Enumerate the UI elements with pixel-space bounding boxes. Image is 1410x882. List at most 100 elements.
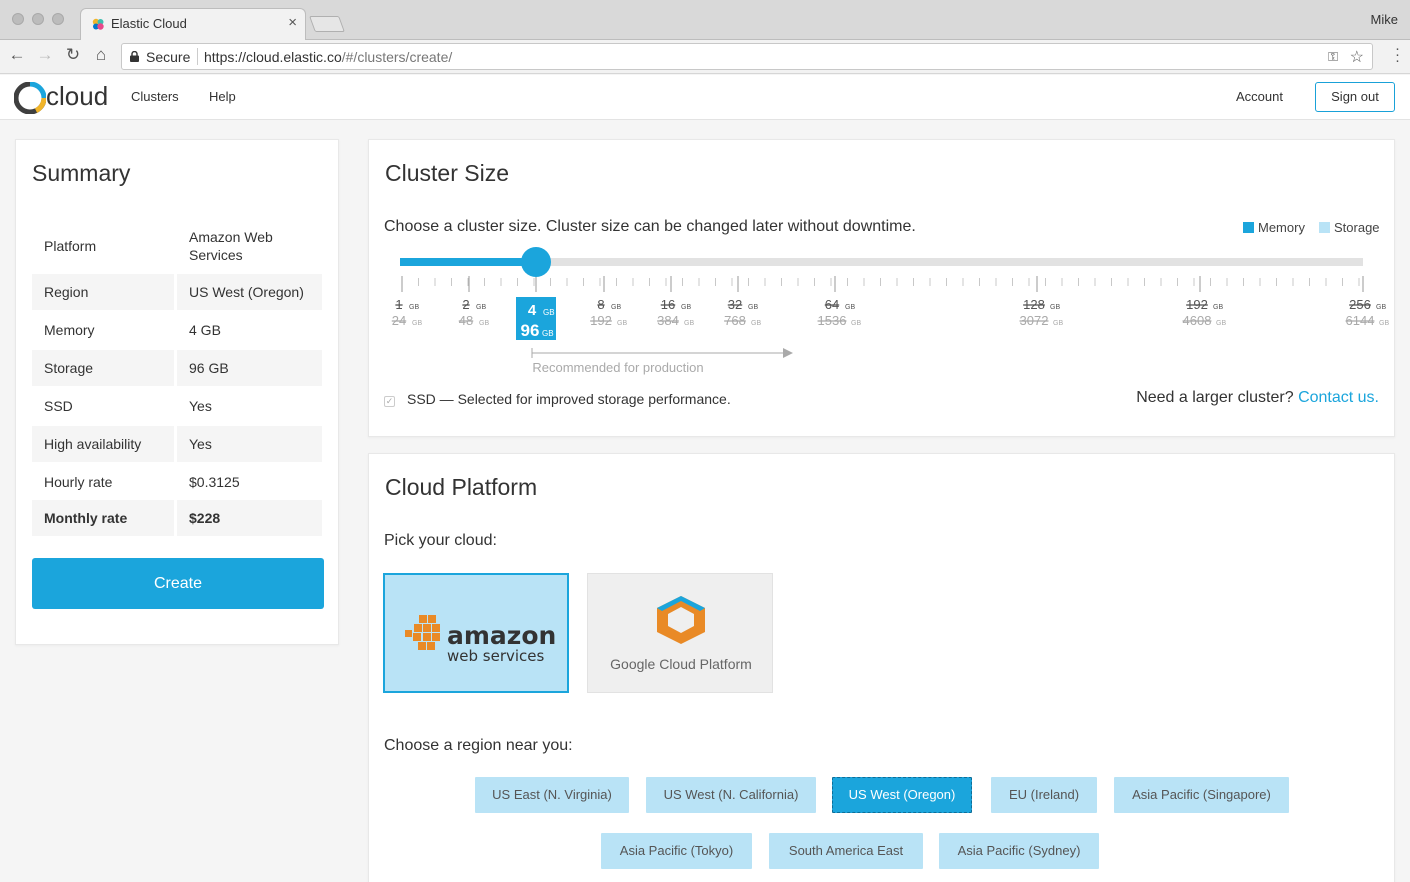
- home-icon[interactable]: ⌂: [90, 45, 112, 65]
- close-window-button[interactable]: [12, 13, 24, 25]
- sign-out-button[interactable]: Sign out: [1315, 82, 1395, 112]
- summary-row: Memory 4 GB: [32, 312, 322, 348]
- browser-profile-name[interactable]: Mike: [1371, 12, 1398, 27]
- region-button[interactable]: EU (Ireland): [991, 777, 1097, 813]
- ssd-option[interactable]: ✓ SSD — Selected for improved storage per…: [384, 391, 731, 407]
- cluster-size-description: Choose a cluster size. Cluster size can …: [384, 218, 916, 235]
- nav-clusters[interactable]: Clusters: [131, 89, 179, 104]
- summary-title: Summary: [32, 160, 131, 186]
- svg-text:web services: web services: [447, 647, 545, 665]
- legend-storage: Storage: [1319, 220, 1380, 235]
- summary-row: Region US West (Oregon): [32, 274, 322, 310]
- logo-text[interactable]: cloud: [46, 81, 108, 112]
- cloud-platform-title: Cloud Platform: [385, 474, 538, 500]
- summary-row-value: 4 GB: [189, 322, 221, 338]
- ssd-label: SSD — Selected for improved storage perf…: [407, 391, 731, 407]
- region-button[interactable]: US West (N. California): [646, 777, 816, 813]
- contact-us-link[interactable]: Contact us.: [1298, 389, 1379, 406]
- aws-option[interactable]: amazon web services: [383, 573, 569, 693]
- tick-storage-label: 384: [657, 313, 679, 328]
- storage-swatch-icon: [1319, 222, 1330, 233]
- tick-storage-label: 48: [459, 313, 473, 328]
- tab-close-icon[interactable]: ×: [288, 14, 297, 31]
- larger-cluster-text: Need a larger cluster? Contact us.: [1136, 389, 1379, 406]
- new-tab-button[interactable]: [309, 16, 345, 32]
- secure-label: Secure: [146, 49, 191, 65]
- ssd-checkbox[interactable]: ✓: [384, 396, 395, 407]
- tick-storage-label: 4608: [1183, 313, 1212, 328]
- tick-unit-label: GB: [543, 308, 555, 317]
- region-button[interactable]: Asia Pacific (Sydney): [939, 833, 1099, 869]
- cluster-size-card: Cluster Size Choose a cluster size. Clus…: [368, 139, 1395, 437]
- summary-row-value: US West (Oregon): [177, 274, 322, 310]
- summary-row: High availability Yes: [32, 426, 322, 462]
- url-text: https://cloud.elastic.co/#/clusters/crea…: [204, 49, 453, 65]
- tick-unit-label: GB: [851, 320, 861, 327]
- elastic-cloud-logo-icon[interactable]: [14, 82, 46, 114]
- summary-row-value: $0.3125: [189, 474, 240, 490]
- tick-storage-label: 24: [392, 313, 406, 328]
- tick-unit-label: GB: [681, 304, 691, 311]
- summary-row-value: $228: [177, 500, 322, 536]
- google-cloud-option[interactable]: Google Cloud Platform: [587, 573, 773, 693]
- tick-memory-label: 1: [395, 297, 402, 312]
- tick-unit-label: GB: [751, 320, 761, 327]
- forward-arrow-icon[interactable]: →: [34, 45, 56, 65]
- browser-menu-icon[interactable]: · · ·: [1395, 41, 1400, 68]
- region-button[interactable]: Asia Pacific (Tokyo): [601, 833, 752, 869]
- tick-unit-label: GB: [845, 304, 855, 311]
- bookmark-star-icon[interactable]: ☆: [1350, 47, 1364, 67]
- tick-unit-label: GB: [611, 304, 621, 311]
- tick-unit-label: GB: [617, 320, 627, 327]
- browser-tab[interactable]: Elastic Cloud ×: [80, 8, 306, 41]
- address-bar[interactable]: Secure https://cloud.elastic.co/#/cluste…: [121, 43, 1373, 70]
- tick-unit-label: GB: [1213, 304, 1223, 311]
- reload-icon[interactable]: ↻: [62, 45, 84, 65]
- slider-handle[interactable]: [521, 247, 551, 277]
- summary-row-label: Hourly rate: [44, 474, 113, 490]
- nav-help[interactable]: Help: [209, 89, 236, 104]
- summary-row: Hourly rate $0.3125: [32, 464, 322, 500]
- summary-row-label: Memory: [44, 322, 95, 338]
- tick-unit-label: GB: [1216, 320, 1226, 327]
- summary-row-label: Storage: [32, 350, 174, 386]
- tick-memory-label: 4: [528, 302, 537, 319]
- tick-unit-label: GB: [1379, 320, 1389, 327]
- summary-row: Storage 96 GB: [32, 350, 322, 386]
- summary-row-label: Region: [32, 274, 174, 310]
- create-button[interactable]: Create: [32, 558, 324, 609]
- summary-row-value: 96 GB: [177, 350, 322, 386]
- elastic-favicon-icon: [92, 18, 104, 30]
- key-icon[interactable]: ⚿: [1328, 49, 1338, 65]
- region-button[interactable]: Asia Pacific (Singapore): [1114, 777, 1289, 813]
- legend-memory: Memory: [1243, 220, 1305, 235]
- svg-text:amazon: amazon: [447, 621, 556, 650]
- nav-account[interactable]: Account: [1236, 89, 1283, 104]
- region-button[interactable]: South America East: [769, 833, 923, 869]
- svg-text:Google Cloud Platform: Google Cloud Platform: [610, 656, 752, 672]
- tick-memory-label: 64: [825, 297, 839, 312]
- tick-memory-label: 16: [661, 297, 675, 312]
- url-separator: [197, 48, 198, 65]
- summary-row-label: Platform: [44, 238, 97, 254]
- summary-row: SSD Yes: [32, 388, 322, 424]
- back-arrow-icon[interactable]: ←: [6, 45, 28, 65]
- tick-unit-label: GB: [479, 320, 489, 327]
- summary-card: Summary Platform Amazon Web Services Regio…: [15, 139, 339, 645]
- tick-unit-label: GB: [542, 329, 554, 338]
- cloud-platform-card: Cloud Platform Pick your cloud: amazon w…: [368, 453, 1395, 882]
- summary-row-label: High availability: [32, 426, 174, 462]
- maximize-window-button[interactable]: [52, 13, 64, 25]
- memory-swatch-icon: [1243, 222, 1254, 233]
- summary-row: Platform Amazon Web Services: [32, 224, 322, 268]
- google-cloud-logo-icon: Google Cloud Platform: [610, 596, 752, 672]
- summary-row-value: Yes: [177, 426, 322, 462]
- region-button[interactable]: US East (N. Virginia): [475, 777, 629, 813]
- tick-storage-label: 3072: [1020, 313, 1049, 328]
- slider-fill: [400, 258, 536, 266]
- region-button[interactable]: US West (Oregon): [832, 777, 972, 813]
- tick-memory-label: 32: [728, 297, 742, 312]
- minimize-window-button[interactable]: [32, 13, 44, 25]
- browser-titlebar: Elastic Cloud × Mike: [0, 0, 1410, 41]
- tick-storage-label: 192: [590, 313, 612, 328]
